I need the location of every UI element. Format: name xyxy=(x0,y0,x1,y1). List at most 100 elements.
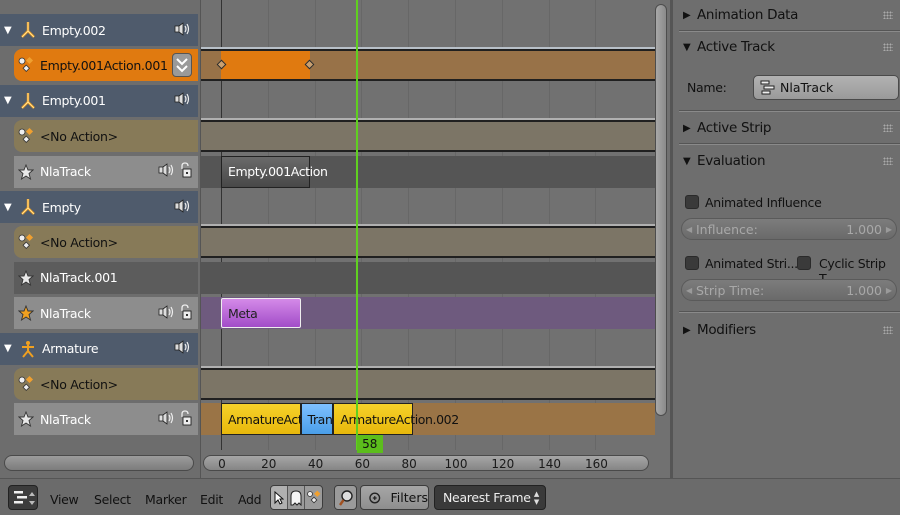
channel-scrollbar[interactable] xyxy=(4,455,194,471)
increment-arrow-icon[interactable]: ▶ xyxy=(886,286,892,295)
object-band xyxy=(201,333,655,365)
expand-triangle-icon[interactable]: ▼ xyxy=(4,95,16,106)
drag-grip-icon[interactable] xyxy=(883,157,893,165)
expand-triangle-icon[interactable]: ▼ xyxy=(4,25,16,36)
animated-influence-checkbox[interactable] xyxy=(685,195,699,209)
cyclic-strip-time-checkbox[interactable] xyxy=(797,256,811,270)
speaker-mute-icon[interactable] xyxy=(174,21,192,39)
editor-type-button[interactable] xyxy=(8,485,38,510)
filters-button[interactable]: Filters xyxy=(360,485,429,510)
strip-label: Empty.001Action xyxy=(228,164,328,180)
decrement-arrow-icon[interactable]: ◀ xyxy=(686,225,692,234)
channel-action[interactable]: Empty.001Action.001 xyxy=(14,49,198,82)
channel-label: Empty.001Action.001 xyxy=(40,57,168,73)
panel-evaluation[interactable]: ▼ Evaluation xyxy=(673,146,900,176)
strip-label: Meta xyxy=(228,305,258,321)
nla-strip[interactable]: ArmatureAction.001 xyxy=(221,403,347,436)
channel-track[interactable]: NlaTrack xyxy=(14,155,198,188)
menu-marker[interactable]: Marker xyxy=(145,492,187,507)
panel-active-strip[interactable]: ▶ Active Strip xyxy=(673,113,900,143)
channel-action[interactable]: <No Action> xyxy=(14,226,198,259)
animated-strip-time-label: Animated Stri... xyxy=(705,256,798,271)
nla-editor: ▼ Empty.002 Empty.001Action.001 ▼ Empty.001 <… xyxy=(0,0,900,515)
channel-label: NlaTrack xyxy=(40,305,91,321)
menu-edit[interactable]: Edit xyxy=(200,492,223,507)
lock-icon[interactable] xyxy=(180,162,192,181)
influence-value: 1.000 xyxy=(846,221,882,237)
expand-triangle-icon[interactable]: ▼ xyxy=(4,202,16,213)
channel-track[interactable]: NlaTrack xyxy=(14,297,198,330)
panel-active-track[interactable]: ▼ Active Track xyxy=(673,32,900,62)
armature-icon xyxy=(20,340,36,358)
channel-object[interactable]: ▼ Empty xyxy=(0,191,198,223)
speaker-mute-icon[interactable] xyxy=(158,304,176,322)
collapsed-arrow-icon: ▶ xyxy=(683,324,691,336)
nla-track-icon xyxy=(760,80,775,94)
star-icon xyxy=(18,269,34,287)
filter-toggle-group xyxy=(270,485,323,510)
drag-grip-icon[interactable] xyxy=(883,43,893,51)
track-name-field[interactable]: NlaTrack xyxy=(753,75,899,100)
filters-label: Filters xyxy=(390,490,428,505)
nla-strip[interactable]: Transition xyxy=(300,403,364,436)
playhead[interactable] xyxy=(355,0,358,450)
star-icon xyxy=(18,304,34,322)
snap-mode-select[interactable]: Nearest Frame ▲ ▼ xyxy=(434,485,546,510)
speaker-mute-icon[interactable] xyxy=(174,92,192,109)
drag-grip-icon[interactable] xyxy=(883,124,893,132)
search-toggle[interactable] xyxy=(335,486,356,509)
channel-action[interactable]: <No Action> xyxy=(14,368,198,400)
action-band xyxy=(201,368,655,400)
channel-track[interactable]: NlaTrack xyxy=(14,403,198,436)
expanded-arrow-icon: ▼ xyxy=(683,155,691,167)
speaker-mute-icon[interactable] xyxy=(174,340,192,357)
nla-strip[interactable]: ArmatureAction.002 xyxy=(333,403,459,436)
divider xyxy=(679,110,900,112)
expand-triangle-icon[interactable]: ▼ xyxy=(4,343,16,354)
channel-object[interactable]: ▼ Armature xyxy=(0,332,198,365)
panel-modifiers[interactable]: ▶ Modifiers xyxy=(673,315,900,345)
lock-icon[interactable] xyxy=(180,304,192,323)
push-down-button[interactable] xyxy=(172,53,192,78)
action-band xyxy=(201,226,655,259)
influence-field[interactable]: ◀ Influence: 1.000 ▶ xyxy=(681,218,897,240)
channel-label: Empty.001 xyxy=(42,93,106,109)
decrement-arrow-icon[interactable]: ◀ xyxy=(686,286,692,295)
panel-title: Active Strip xyxy=(697,120,772,136)
menu-add[interactable]: Add xyxy=(238,492,262,507)
frame-ruler[interactable]: 0 20 40 60 80 100 120 140 160 xyxy=(203,455,649,471)
drag-grip-icon[interactable] xyxy=(883,11,893,19)
speaker-mute-icon[interactable] xyxy=(158,411,176,428)
only-selected-toggle[interactable] xyxy=(271,486,288,509)
channel-action[interactable]: <No Action> xyxy=(14,120,198,153)
channel-object[interactable]: ▼ Empty.002 xyxy=(0,14,198,46)
ruler-tick-label: 80 xyxy=(401,457,417,471)
increment-arrow-icon[interactable]: ▶ xyxy=(886,225,892,234)
ruler-tick-label: 100 xyxy=(444,457,468,471)
nla-strip[interactable]: Meta xyxy=(221,298,301,329)
speaker-mute-icon[interactable] xyxy=(158,163,176,180)
include-missing-toggle[interactable] xyxy=(305,486,322,509)
current-frame-badge: 58 xyxy=(356,435,383,453)
lock-icon[interactable] xyxy=(180,410,192,429)
vertical-scrollbar[interactable] xyxy=(655,4,667,416)
drag-grip-icon[interactable] xyxy=(883,326,893,334)
action-icon xyxy=(18,56,34,74)
panel-animation-data[interactable]: ▶ Animation Data xyxy=(673,0,900,30)
channel-list: ▼ Empty.002 Empty.001Action.001 ▼ Empty.001 <… xyxy=(0,0,200,478)
menu-select[interactable]: Select xyxy=(94,492,131,507)
strip-label: ArmatureAction.002 xyxy=(340,411,459,427)
animated-strip-time-checkbox[interactable] xyxy=(685,256,699,270)
channel-object[interactable]: ▼ Empty.001 xyxy=(0,84,198,117)
strip-time-field[interactable]: ◀ Strip Time: 1.000 ▶ xyxy=(681,279,897,301)
speaker-mute-icon[interactable] xyxy=(174,198,192,216)
show-hidden-toggle[interactable] xyxy=(288,486,305,509)
strip-time-value: 1.000 xyxy=(846,282,882,298)
action-icon xyxy=(18,375,34,393)
menu-view[interactable]: View xyxy=(50,492,79,507)
nla-strip[interactable]: Empty.001Action xyxy=(221,155,328,188)
nla-timeline[interactable]: Empty.001Action Meta ArmatureAction.001Tra… xyxy=(200,0,670,478)
ruler-tick-label: 160 xyxy=(584,457,608,471)
influence-label: Influence: xyxy=(696,221,758,237)
channel-track[interactable]: NlaTrack.001 xyxy=(14,261,198,294)
